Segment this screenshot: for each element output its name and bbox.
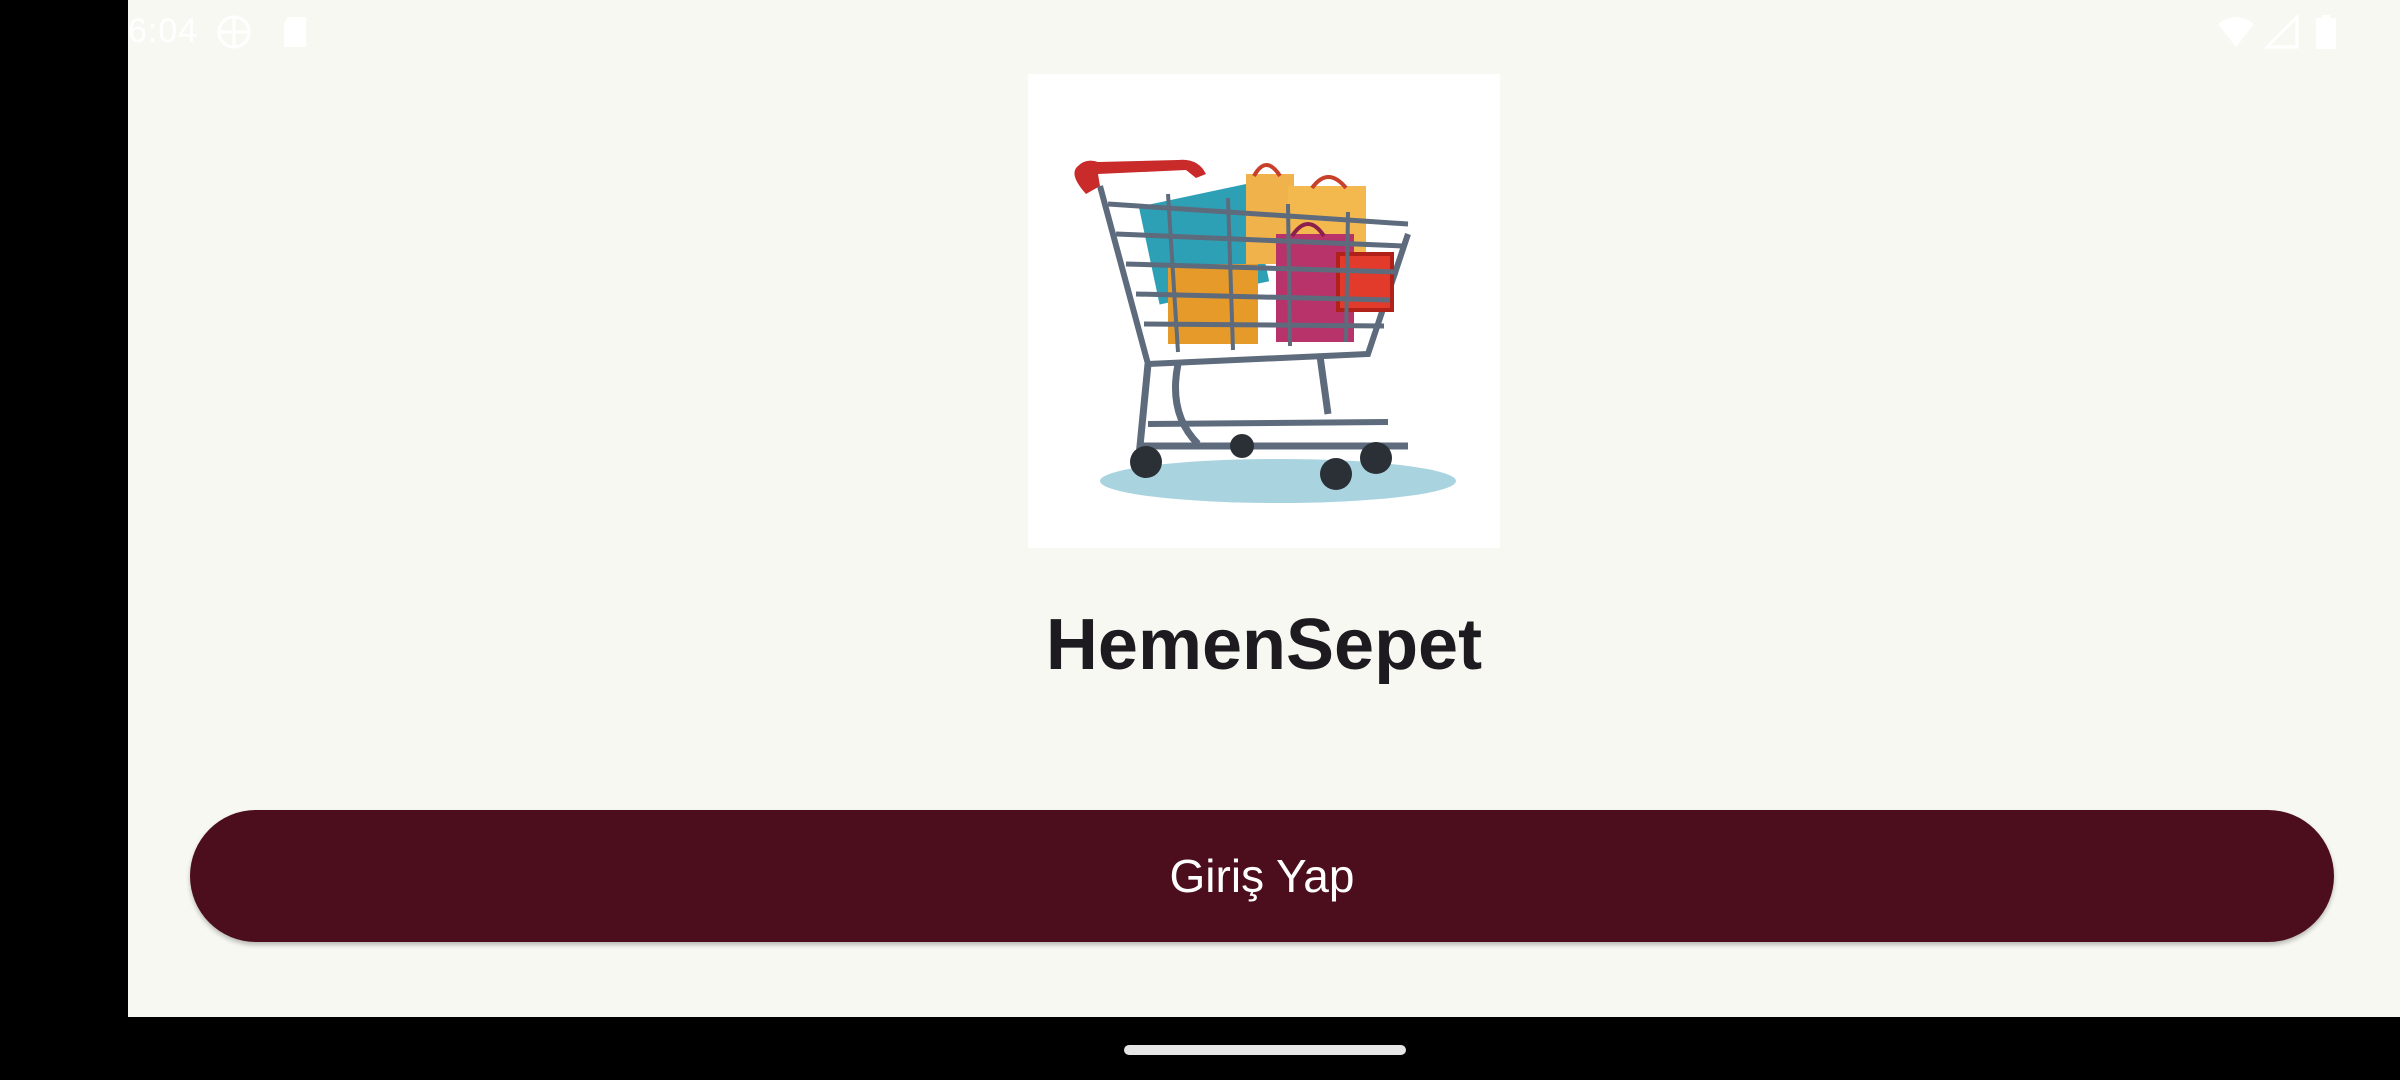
- wifi-icon: [2216, 14, 2254, 50]
- signal-icon: [2263, 13, 2300, 50]
- status-time: 6:04: [128, 12, 199, 50]
- sd-card-icon: [278, 14, 314, 50]
- app-title: HemenSepet: [1045, 605, 1483, 685]
- app-logo: [1028, 74, 1500, 548]
- login-button[interactable]: Giriş Yap: [190, 810, 2334, 942]
- vpn-globe-icon: [216, 14, 252, 50]
- shopping-cart-icon: [1074, 159, 1456, 503]
- login-button-label: Giriş Yap: [1169, 850, 1355, 902]
- left-bezel: [0, 0, 128, 1080]
- status-bar: 6:04: [128, 0, 2400, 64]
- home-gesture-handle[interactable]: [1124, 1045, 1406, 1055]
- app-screen: 6:04 HemenSepet Giriş Yap: [128, 0, 2400, 1017]
- battery-icon: [2314, 14, 2350, 50]
